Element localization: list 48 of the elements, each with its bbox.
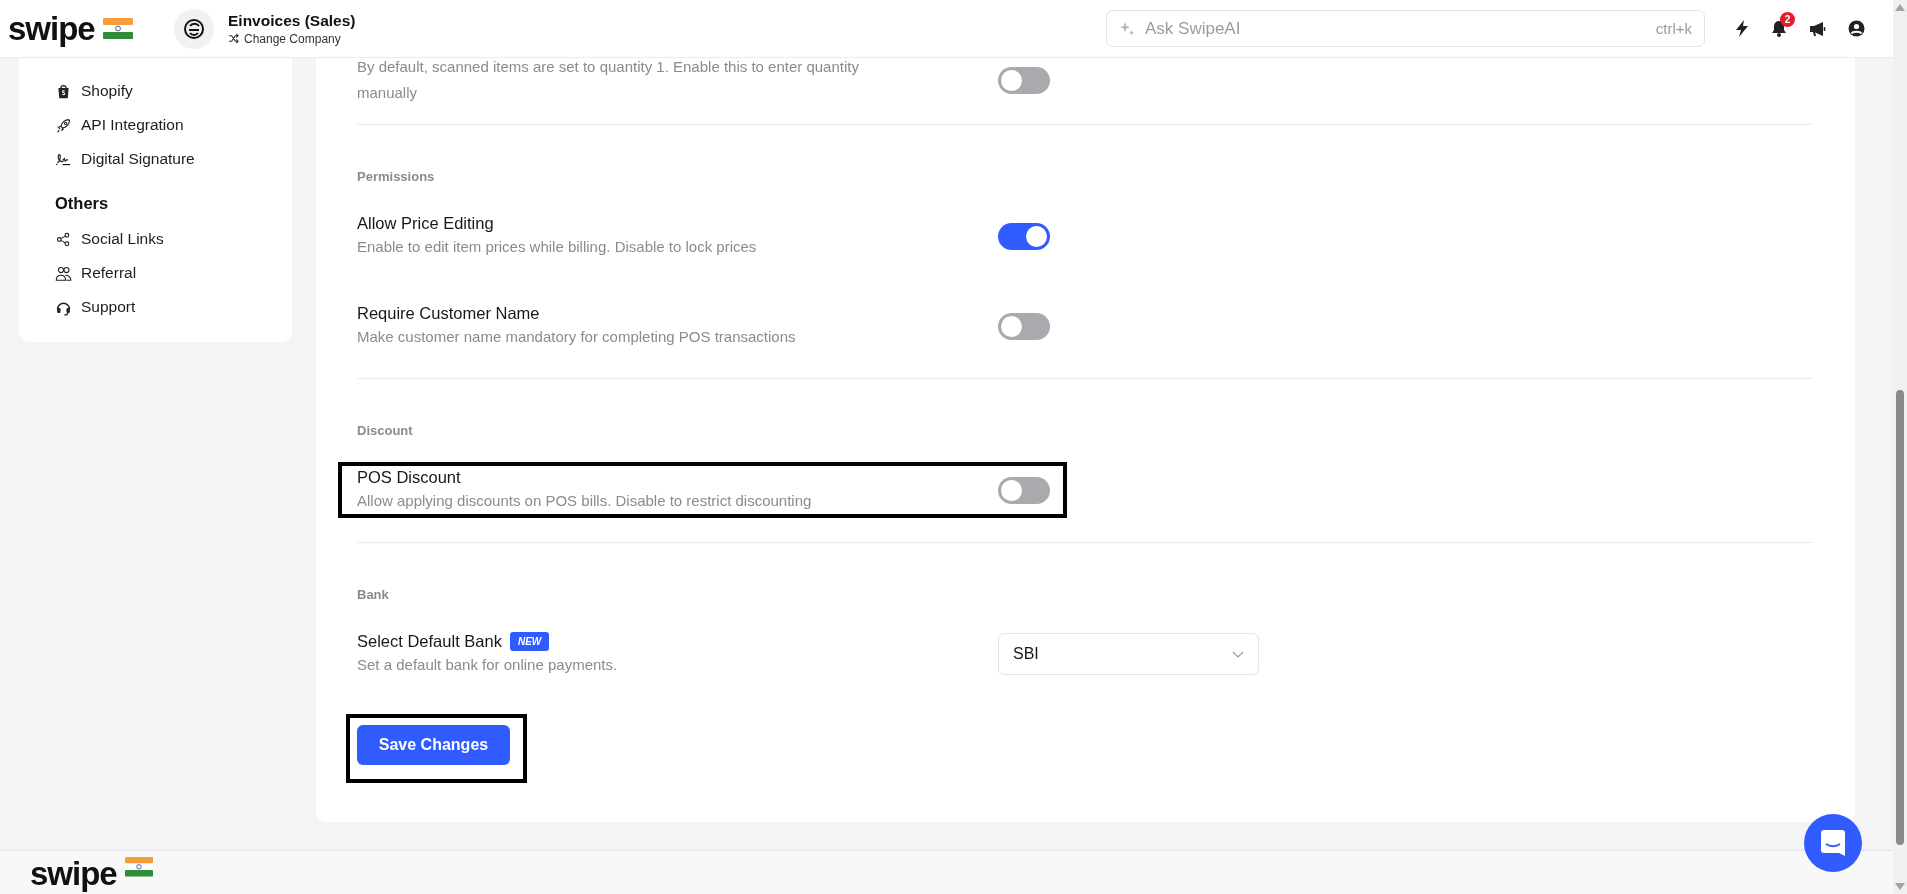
- setting-description: Enable to edit item prices while billing. Disable to lock prices: [357, 237, 758, 257]
- flag-icon: [124, 857, 153, 877]
- sidebar-item[interactable]: API Integration: [19, 108, 292, 142]
- megaphone-icon[interactable]: [1809, 20, 1826, 37]
- setting-title: Allow Price Editing: [357, 213, 494, 234]
- sidebar-item[interactable]: Digital Signature: [19, 142, 292, 176]
- toggle-switch[interactable]: [998, 312, 1050, 340]
- shortcut-hint: ctrl+k: [1655, 20, 1692, 37]
- logo: swipe: [8, 12, 95, 45]
- company-logo-icon: [183, 17, 205, 40]
- people-icon: [55, 264, 72, 282]
- shuffle-icon: [228, 33, 239, 44]
- setting-title: Select Default Bank: [357, 631, 502, 652]
- setting-description: By default, scanned items are set to quantity 1. Enable this to enter quantity manually: [357, 57, 860, 103]
- menu-group-title: Others: [54, 193, 110, 214]
- shopping-bag-icon: [55, 82, 72, 100]
- change-company-link[interactable]: Change Company: [228, 31, 356, 46]
- toggle-switch[interactable]: [998, 222, 1050, 250]
- company-name: Einvoices (Sales): [228, 11, 356, 30]
- company-avatar[interactable]: [174, 8, 214, 49]
- setting-title: POS Discount: [357, 467, 461, 488]
- logo: swipe: [30, 857, 117, 890]
- lightning-icon[interactable]: [1735, 20, 1749, 37]
- account-icon[interactable]: [1848, 20, 1865, 37]
- setting-title: Require Customer Name: [357, 303, 540, 324]
- rocket-icon: [55, 116, 72, 134]
- bank-dropdown[interactable]: SBI: [998, 633, 1259, 675]
- section-label: Permissions: [357, 168, 436, 186]
- notification-count: 2: [1780, 12, 1795, 27]
- toggle-switch[interactable]: [998, 66, 1050, 94]
- toggle-switch[interactable]: [998, 476, 1050, 504]
- new-badge: NEW: [509, 631, 550, 651]
- sidebar-item[interactable]: Referral: [19, 256, 292, 290]
- share-icon: [55, 230, 72, 248]
- save-changes-button[interactable]: Save Changes: [357, 725, 510, 765]
- sidebar-item[interactable]: Support: [19, 290, 292, 324]
- setting-description: Make customer name mandatory for completing POS transactions: [357, 327, 797, 347]
- section-label: Discount: [357, 422, 414, 440]
- notifications-icon[interactable]: [1771, 20, 1787, 37]
- setting-description: Set a default bank for online payments.: [357, 655, 619, 675]
- section-label: Bank: [357, 586, 390, 604]
- sidebar-item[interactable]: Social Links: [19, 222, 292, 256]
- flag-icon: [102, 18, 133, 39]
- sidebar-item[interactable]: Shopify: [19, 74, 292, 108]
- chevron-down-icon: [1232, 650, 1244, 658]
- setting-description: Allow applying discounts on POS bills. Disable to restrict discounting: [357, 491, 813, 511]
- scrollbar[interactable]: [1893, 0, 1907, 894]
- chat-icon: [1820, 829, 1846, 857]
